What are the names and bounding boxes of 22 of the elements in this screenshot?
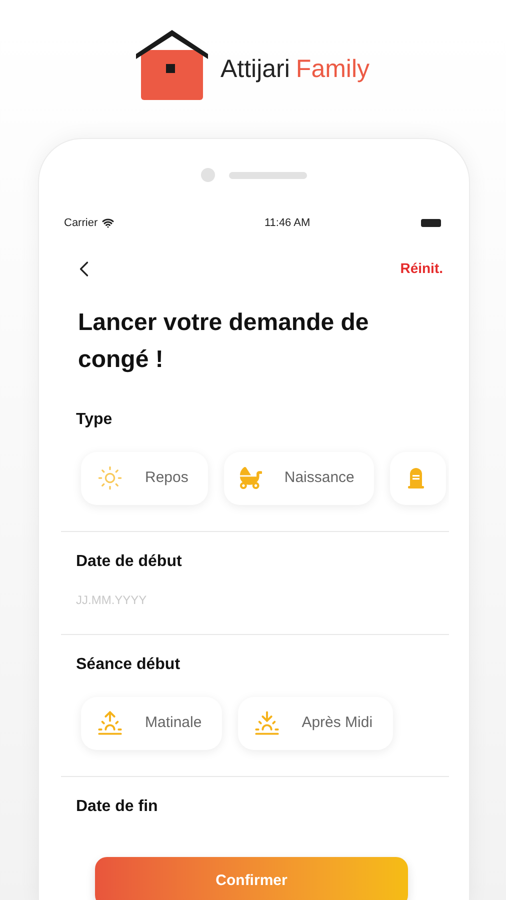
section-label: Séance début bbox=[75, 654, 182, 674]
leave-type-chip[interactable]: Matinale bbox=[81, 696, 222, 750]
sun-icon bbox=[97, 465, 123, 491]
leave-type-chip[interactable]: Repos bbox=[81, 452, 208, 504]
tombstone-icon bbox=[406, 467, 426, 489]
leave-type-chip[interactable]: Naissance bbox=[224, 452, 374, 504]
section-label: Date de fin bbox=[75, 796, 159, 816]
section-label: Date de début bbox=[75, 552, 183, 572]
battery-icon bbox=[420, 219, 441, 228]
page-title: Lancer votre demande de congé ! bbox=[77, 308, 370, 374]
stroller-icon bbox=[240, 467, 262, 489]
wifi-icon bbox=[102, 217, 114, 230]
brand-name: Attijari bbox=[220, 54, 290, 86]
status-time: 11:46 AM bbox=[264, 216, 310, 231]
house-logo-icon bbox=[136, 28, 208, 102]
sunrise-icon bbox=[97, 710, 123, 736]
sunset-icon bbox=[254, 710, 280, 736]
section-label: Type bbox=[75, 410, 114, 430]
carrier-text: Carrier bbox=[64, 216, 98, 231]
reset-link[interactable]: Réinit. bbox=[400, 258, 443, 279]
leave-type-chip[interactable]: Après Midi bbox=[238, 696, 393, 750]
brand-name-accent: Family bbox=[296, 54, 370, 86]
